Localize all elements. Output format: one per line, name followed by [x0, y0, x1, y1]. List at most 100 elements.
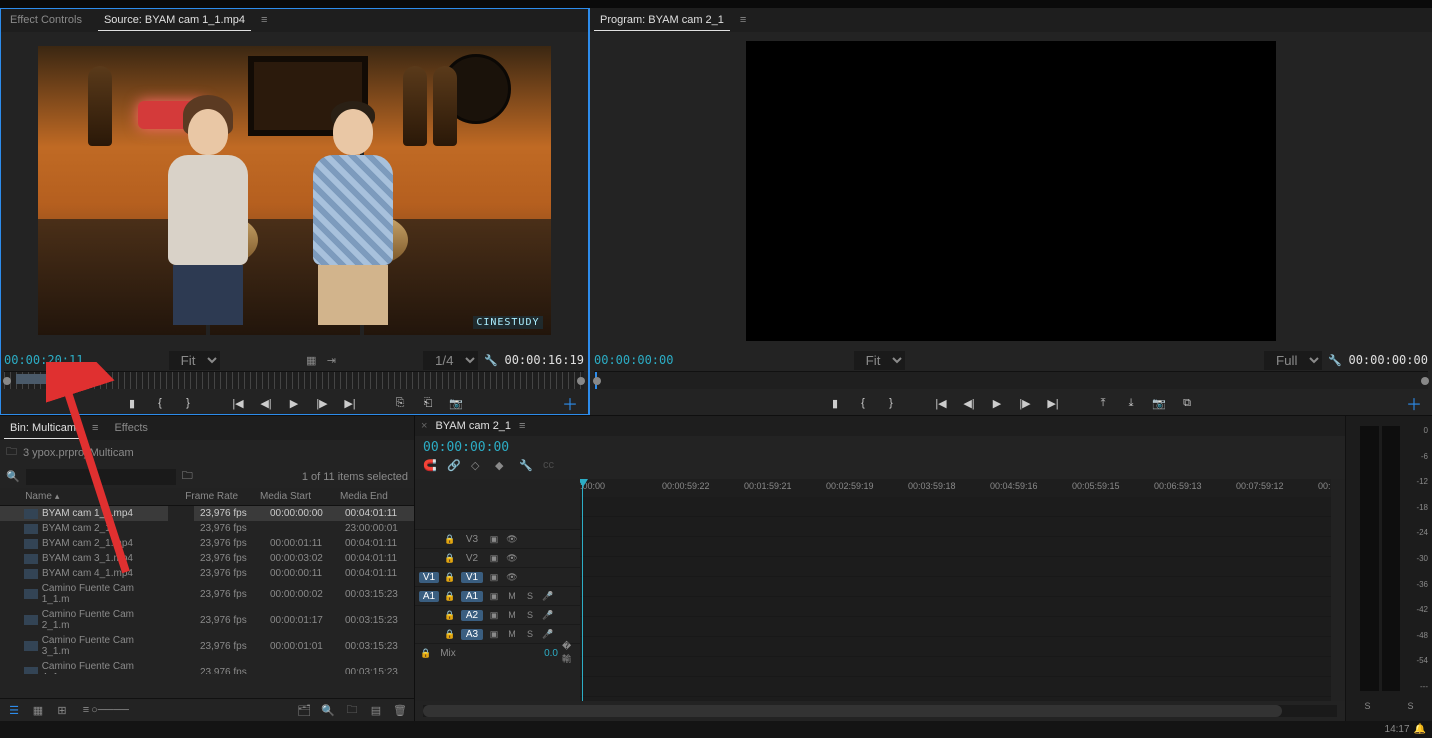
toggle-output-icon[interactable]: 👁 [505, 570, 519, 584]
step-back-button[interactable]: ◀| [257, 394, 275, 412]
table-row[interactable]: BYAM cam 2_1.mp4 23,976 fps00:00:01:1100… [0, 536, 414, 551]
voice-over-icon[interactable]: 🎤 [541, 608, 555, 622]
marker-icon[interactable]: ◆ [495, 459, 511, 475]
program-scrub-bar[interactable] [594, 371, 1428, 389]
time-ruler[interactable]: :00:0000:00:59:2200:01:59:2100:02:59:190… [580, 479, 1331, 497]
source-timecode-current[interactable]: 00:00:20:11 [4, 353, 84, 367]
panel-menu-icon[interactable]: ≡ [519, 420, 525, 432]
source-patch[interactable]: V1 [419, 572, 439, 583]
button-editor-icon[interactable]: ＋ [1406, 391, 1422, 415]
new-item-button[interactable]: ▤ [368, 703, 384, 717]
solo-right[interactable]: S [1407, 701, 1413, 711]
timeline-canvas[interactable]: :00:0000:00:59:2200:01:59:2100:02:59:190… [580, 479, 1331, 701]
find-icon[interactable]: 🔍 [320, 703, 336, 717]
nest-toggle-icon[interactable]: 🧲 [423, 459, 439, 475]
track-label[interactable]: A2 [461, 610, 483, 621]
panel-menu-icon[interactable]: ≡ [92, 422, 98, 434]
timeline-zoom-scroll[interactable] [423, 705, 1337, 717]
sync-lock-icon[interactable]: ▣ [487, 551, 501, 565]
table-row[interactable]: Camino Fuente Cam 4_1.m 23,976 fps00:03:… [0, 659, 414, 674]
track-label[interactable]: V3 [461, 534, 483, 545]
mark-out-button[interactable]: } [882, 394, 900, 412]
play-button[interactable]: ▶ [285, 394, 303, 412]
table-row[interactable]: Camino Fuente Cam 2_1.m 23,976 fps00:00:… [0, 607, 414, 633]
timeline-settings-icon[interactable]: 🔧 [519, 459, 535, 475]
table-row[interactable]: Camino Fuente Cam 3_1.m 23,976 fps00:00:… [0, 633, 414, 659]
solo-left[interactable]: S [1364, 701, 1370, 711]
solo-button[interactable]: S [523, 627, 537, 641]
program-zoom-select[interactable]: Fit [854, 351, 905, 370]
program-resolution-select[interactable]: Full [1264, 351, 1322, 370]
icon-view-icon[interactable]: ▦ [30, 703, 46, 717]
lock-icon[interactable]: 🔒 [443, 532, 457, 546]
mute-button[interactable]: M [505, 608, 519, 622]
add-marker-button[interactable]: ▮ [123, 394, 141, 412]
goto-out-button[interactable]: ▶| [1044, 394, 1062, 412]
zoom-slider[interactable]: ○──── [102, 703, 118, 717]
source-zoom-select[interactable]: Fit [169, 351, 220, 370]
settings-icon[interactable]: 🔧 [484, 353, 498, 367]
export-frame-button[interactable]: 📷 [447, 394, 465, 412]
notification-icon[interactable]: 🔔 [1414, 724, 1426, 735]
output-icon[interactable]: ⇥ [324, 353, 338, 367]
source-scrub-bar[interactable] [4, 371, 584, 389]
snap-icon[interactable]: 🔗 [447, 459, 463, 475]
audio-track-header[interactable]: A1🔒A1▣MS🎤 [415, 586, 580, 605]
table-row[interactable]: BYAM cam 3_1.mp4 23,976 fps00:00:03:0200… [0, 551, 414, 566]
mix-track[interactable]: 🔒 Mix 0.0 �輸 [415, 643, 580, 662]
toggle-output-icon[interactable]: 👁 [505, 551, 519, 565]
lock-icon[interactable]: 🔒 [443, 551, 457, 565]
col-media-start[interactable]: Media Start [254, 488, 334, 506]
panel-menu-icon[interactable]: ≡ [740, 14, 746, 26]
lock-icon[interactable]: 🔒 [419, 646, 433, 660]
source-monitor-viewport[interactable]: CINESTUDY [0, 32, 588, 349]
voice-over-icon[interactable]: 🎤 [541, 627, 555, 641]
delete-button[interactable]: 🗑 [392, 703, 408, 717]
freeform-view-icon[interactable]: ⊞ [54, 703, 70, 717]
tab-sequence[interactable]: BYAM cam 2_1 [435, 420, 511, 432]
col-media-end[interactable]: Media End [334, 488, 414, 506]
play-button[interactable]: ▶ [988, 394, 1006, 412]
audio-track-header[interactable]: 🔒A2▣MS🎤 [415, 605, 580, 624]
project-path[interactable]: 3 ypox.prproj\Multicam [23, 447, 134, 459]
overwrite-button[interactable]: ⎗ [419, 394, 437, 412]
timeline-scrollbar-v[interactable] [1331, 479, 1345, 701]
goto-in-button[interactable]: |◀ [932, 394, 950, 412]
sync-lock-icon[interactable]: ▣ [487, 589, 501, 603]
sync-lock-icon[interactable]: ▣ [487, 532, 501, 546]
new-bin-button[interactable]: 🗀 [344, 703, 360, 717]
settings-icon[interactable]: 🔧 [1328, 353, 1342, 367]
lift-button[interactable]: ⤒ [1094, 394, 1112, 412]
lock-icon[interactable]: 🔒 [443, 570, 457, 584]
tab-effect-controls[interactable]: Effect Controls [4, 10, 88, 30]
sync-lock-icon[interactable]: ▣ [487, 570, 501, 584]
safe-margins-icon[interactable]: ▦ [304, 353, 318, 367]
list-view-icon[interactable]: ☰ [6, 703, 22, 717]
comparison-view-button[interactable]: ⧉ [1178, 394, 1196, 412]
add-marker-button[interactable]: ▮ [826, 394, 844, 412]
solo-button[interactable]: S [523, 589, 537, 603]
step-back-button[interactable]: ◀| [960, 394, 978, 412]
extract-button[interactable]: ⤓ [1122, 394, 1140, 412]
track-label[interactable]: V1 [461, 572, 483, 583]
tab-effects[interactable]: Effects [108, 418, 153, 438]
filter-bin-icon[interactable]: 🗀 [182, 467, 193, 486]
lock-icon[interactable]: 🔒 [443, 589, 457, 603]
linked-selection-icon[interactable]: ◇ [471, 459, 487, 475]
timeline-timecode[interactable]: 00:00:00:00 [423, 440, 509, 455]
step-forward-button[interactable]: |▶ [313, 394, 331, 412]
table-row[interactable]: BYAM cam 2_1 23,976 fps23:00:00:01 [0, 521, 414, 536]
expand-icon[interactable]: �輸 [562, 646, 576, 660]
table-row[interactable]: BYAM cam 4_1.mp4 23,976 fps00:00:00:1100… [0, 566, 414, 581]
audio-track-header[interactable]: 🔒A3▣MS🎤 [415, 624, 580, 643]
voice-over-icon[interactable]: 🎤 [541, 589, 555, 603]
tab-bin[interactable]: Bin: Multicam [4, 418, 82, 439]
mark-out-button[interactable]: } [179, 394, 197, 412]
program-timecode-current[interactable]: 00:00:00:00 [594, 353, 674, 367]
solo-button[interactable]: S [523, 608, 537, 622]
toggle-output-icon[interactable]: 👁 [505, 532, 519, 546]
col-name[interactable]: Name▴ [19, 488, 179, 506]
sync-lock-icon[interactable]: ▣ [487, 627, 501, 641]
auto-match-icon[interactable]: 🗂 [296, 703, 312, 717]
video-track-header[interactable]: 🔒V2▣👁 [415, 548, 580, 567]
